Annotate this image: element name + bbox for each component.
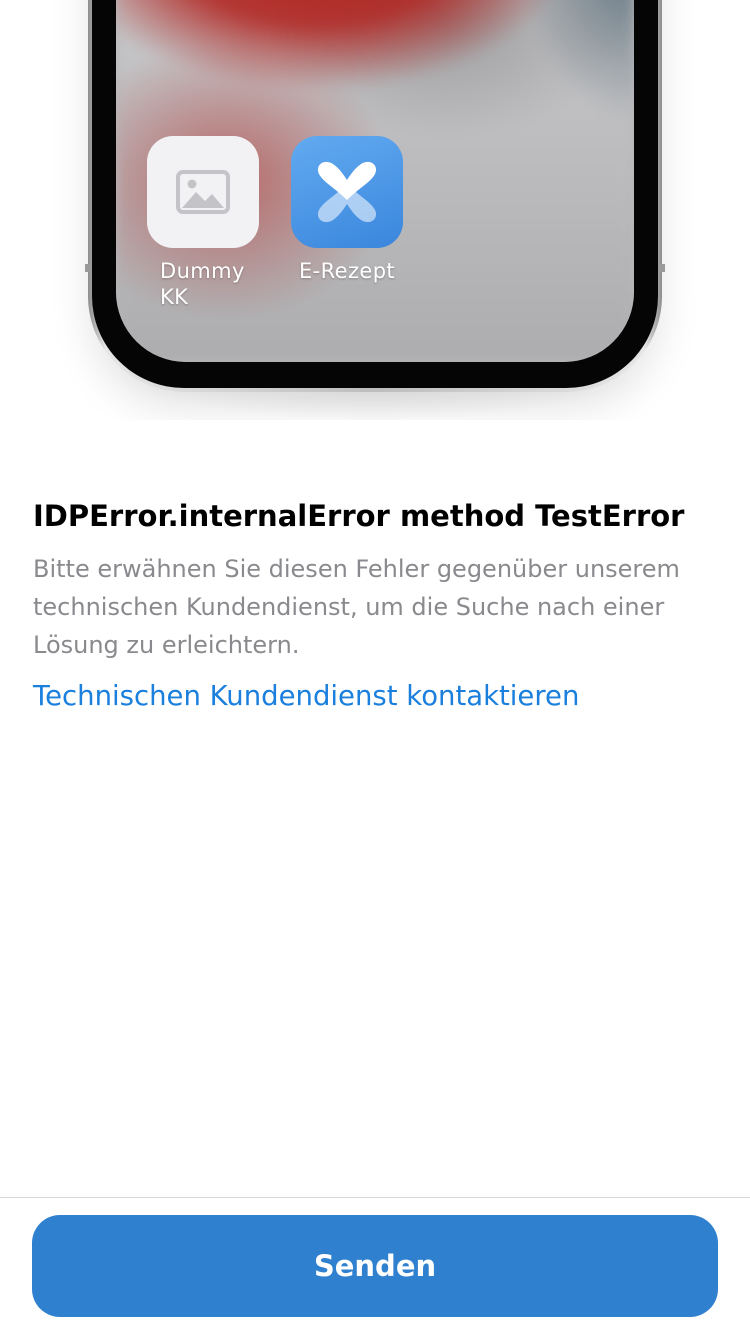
image-placeholder-icon: [176, 170, 230, 214]
phone-bezel: Dummy KK E-Rezept: [92, 0, 658, 388]
phone-side-button-left: [85, 264, 90, 272]
error-screen: Dummy KK E-Rezept IDPError.internalError…: [0, 0, 750, 1334]
e-rezept-heart-icon: [317, 161, 377, 223]
phone-illustration: Dummy KK E-Rezept: [0, 0, 750, 420]
send-button[interactable]: Senden: [32, 1215, 718, 1317]
e-rezept-app-label: E-Rezept: [298, 259, 396, 283]
phone-frame: Dummy KK E-Rezept: [85, 0, 665, 392]
e-rezept-app-icon: [291, 136, 403, 248]
footer-divider: [0, 1197, 750, 1198]
phone-side-button-right: [660, 264, 665, 272]
error-title: IDPError.internalError method TestError: [33, 499, 685, 533]
dummy-kk-app-icon: [147, 136, 259, 248]
error-description: Bitte erwähnen Sie diesen Fehler gegenüb…: [33, 555, 680, 659]
dummy-kk-app-label: Dummy KK: [160, 259, 245, 309]
phone-screen: Dummy KK E-Rezept: [116, 0, 634, 362]
contact-support-link[interactable]: Technischen Kundendienst kontaktieren: [33, 676, 579, 716]
